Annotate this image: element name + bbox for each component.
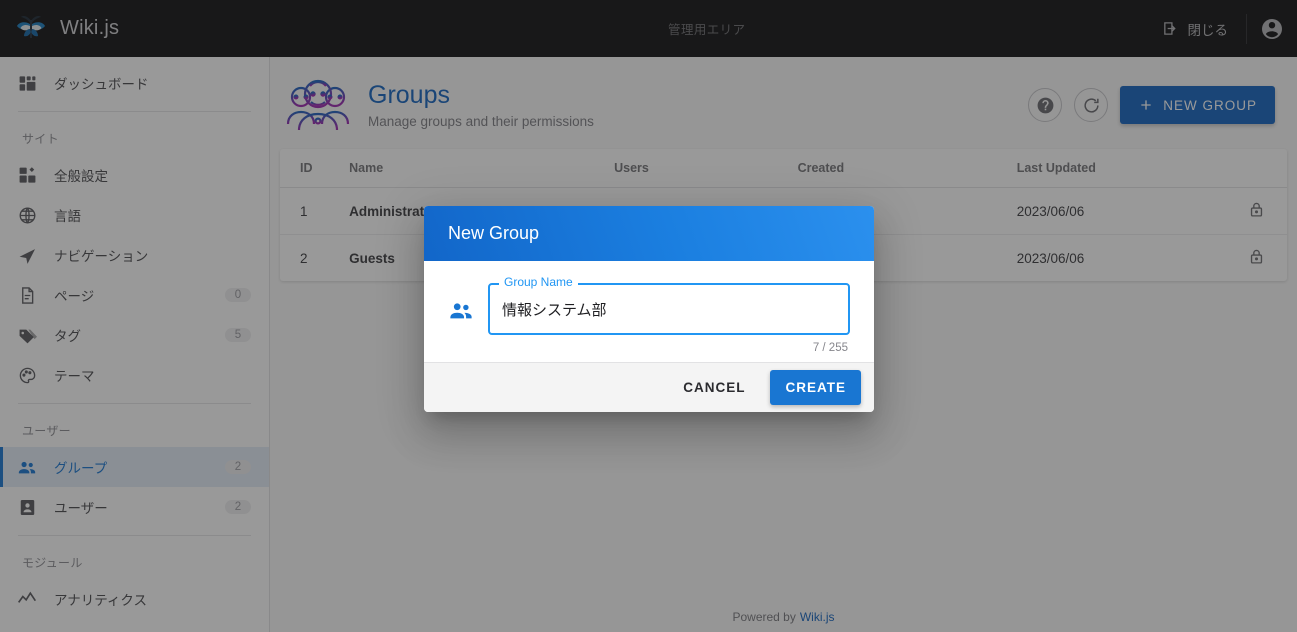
dialog-header: New Group xyxy=(424,206,874,261)
group-name-input[interactable] xyxy=(502,300,836,318)
group-name-outline: Group Name xyxy=(488,276,850,335)
create-button[interactable]: CREATE xyxy=(770,370,861,405)
character-counter: 7 / 255 xyxy=(812,342,848,354)
group-name-field-wrap: Group Name 7 / 255 xyxy=(488,276,850,354)
dialog-title: New Group xyxy=(448,223,540,243)
cancel-button[interactable]: CANCEL xyxy=(670,371,758,404)
dialog-body: Group Name 7 / 255 xyxy=(424,261,874,362)
group-icon xyxy=(448,297,474,323)
group-name-label: Group Name xyxy=(499,276,578,288)
dialog-footer: CANCEL CREATE xyxy=(424,362,874,412)
admin-page: Wiki.js 管理用エリア 閉じる ダッシュボード サイト 全般設定 言語 ナ… xyxy=(0,0,1297,632)
new-group-dialog: New Group Group Name 7 / 255 CANCEL CREA… xyxy=(424,206,874,412)
